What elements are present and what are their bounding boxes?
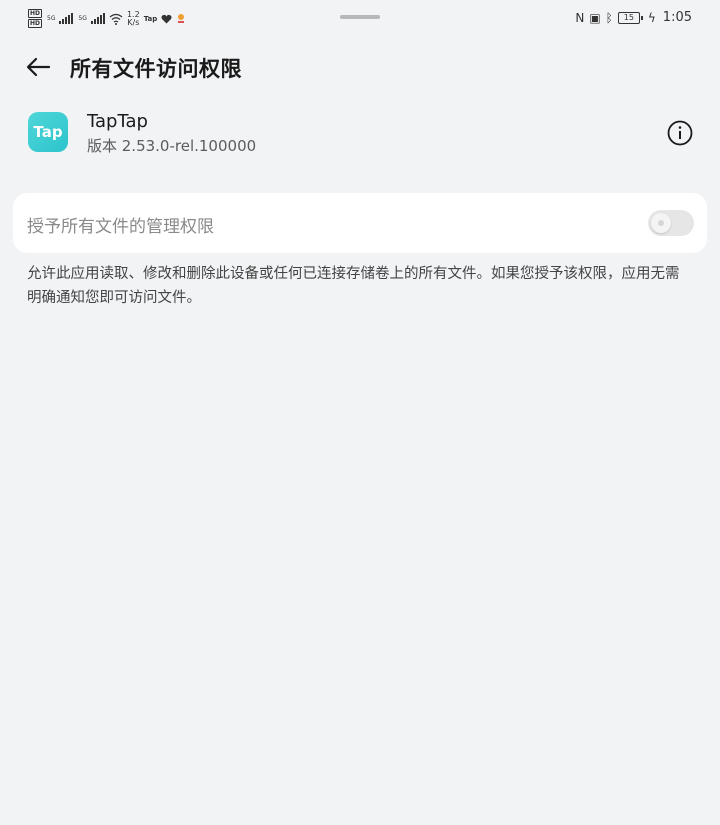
status-right: N ▣ ᛒ 15 ϟ 1:05 [575,10,692,25]
signal-icon [59,13,74,24]
network-type: 5G [47,15,56,22]
network-speed: 1.2 K/s [126,9,140,27]
app-name: TapTap [87,111,148,132]
clock: 1:05 [662,10,692,25]
notch-indicator [340,15,380,19]
permission-label: 授予所有文件的管理权限 [27,217,214,237]
back-arrow-icon[interactable] [24,52,54,82]
hd-icon: HD [28,19,43,28]
health-icon [161,14,172,23]
info-icon[interactable] [667,120,693,146]
taptap-app-icon: Tap [28,112,68,152]
network-type: 5G [78,15,87,22]
permission-description: 允许此应用读取、修改和删除此设备或任何已连接存储卷上的所有文件。如果您授予该权限… [27,266,680,306]
battery-icon: 15 [617,11,643,24]
page-title: 所有文件访问权限 [70,57,242,81]
wifi-icon [109,13,123,25]
app-version: 版本 2.53.0-rel.100000 [87,137,257,155]
signal-icon [90,13,105,24]
permission-toggle[interactable] [648,210,694,236]
toggle-knob [651,213,671,233]
hd-icons: HD HD [28,9,43,28]
hd-icon: HD [28,9,43,18]
nfc-icon: N [575,10,585,25]
title-bar: 所有文件访问权限 [0,44,720,90]
status-bar: HD HD 5G 5G 1.2 K/s Tap N ▣ ᛒ 15 ϟ 1:05 [0,0,720,36]
vibrate-icon: ▣ [589,10,601,25]
taptap-notification-icon: Tap [143,14,158,23]
bluetooth-icon: ᛒ [605,10,613,25]
charging-icon: ϟ [647,10,656,25]
status-left: HD HD 5G 5G 1.2 K/s Tap [28,9,186,28]
permission-card: 授予所有文件的管理权限 [13,193,707,253]
notification-icon [178,13,185,23]
app-info-row: Tap TapTap 版本 2.53.0-rel.100000 [0,106,720,166]
